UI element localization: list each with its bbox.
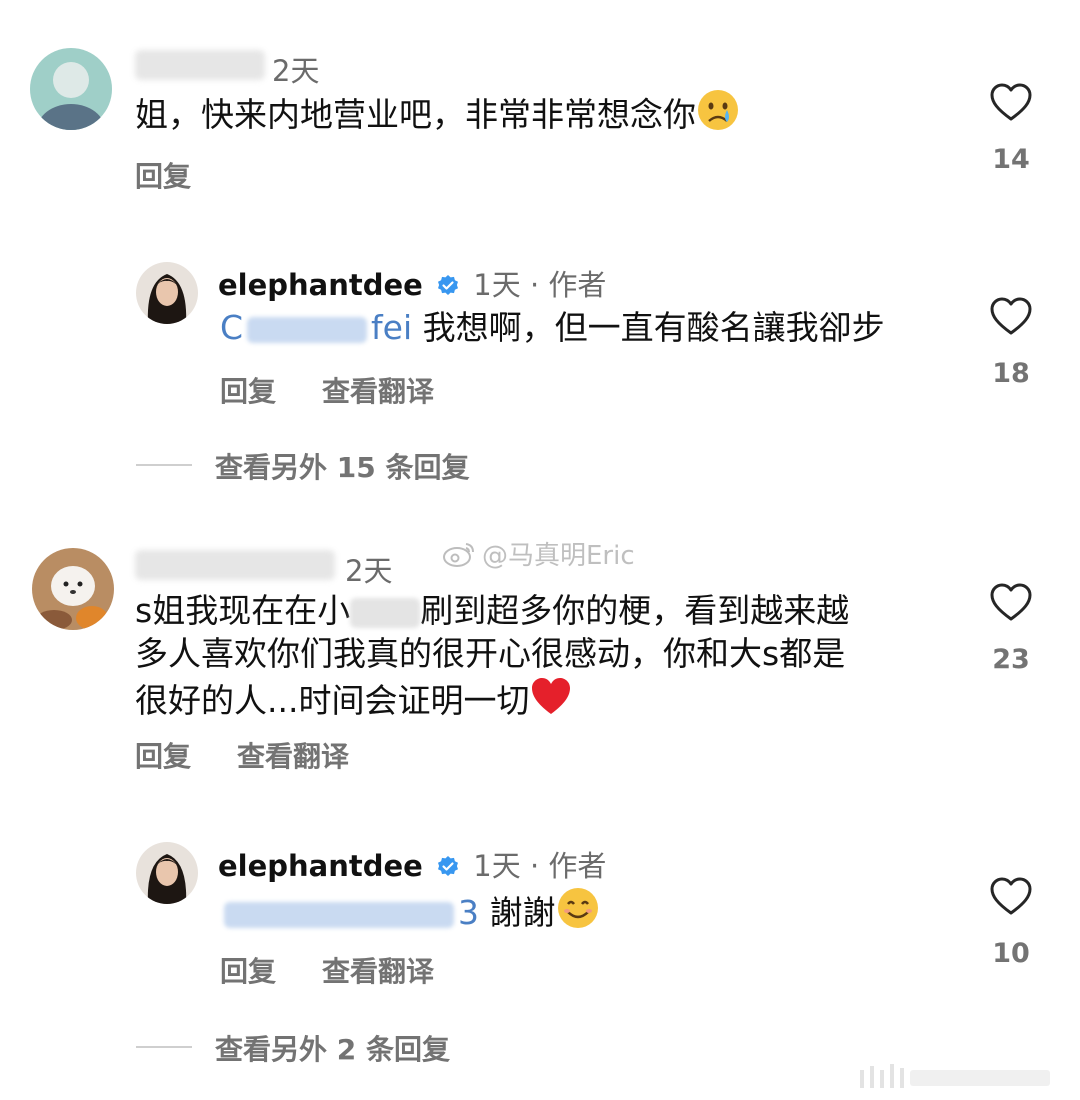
weibo-logo-icon bbox=[443, 543, 474, 567]
author-badge: 作者 bbox=[548, 268, 607, 302]
comment-text: 姐，快来内地营业吧，非常非常想念你 bbox=[135, 88, 740, 144]
author-avatar[interactable] bbox=[136, 262, 198, 324]
like-count: 10 bbox=[992, 938, 1030, 969]
reply-time: 1天 bbox=[473, 268, 521, 302]
author-avatar[interactable] bbox=[136, 842, 198, 904]
translate-button[interactable]: 查看翻译 bbox=[322, 950, 434, 990]
verified-badge-icon bbox=[438, 856, 459, 876]
image-strip-icon bbox=[860, 1064, 1050, 1088]
heart-outline-icon[interactable] bbox=[989, 876, 1033, 916]
verified-badge-icon bbox=[438, 275, 459, 295]
reply-button[interactable]: 回复 bbox=[135, 735, 191, 775]
view-more-replies[interactable]: 查看另外 2 条回复 bbox=[215, 1028, 450, 1068]
mention-link[interactable]: 3 bbox=[220, 893, 479, 932]
author-name[interactable]: elephantdee bbox=[218, 849, 423, 883]
reply-button[interactable]: 回复 bbox=[135, 155, 191, 195]
mention-redacted bbox=[247, 316, 368, 343]
crying-face-emoji bbox=[696, 88, 740, 144]
watermark: @马真明Eric bbox=[442, 535, 635, 572]
like-count: 23 bbox=[992, 644, 1030, 675]
comment-text: s姐我现在在小 刷到超多你的梗，看到越来越 bbox=[135, 591, 850, 630]
translate-button[interactable]: 查看翻译 bbox=[237, 735, 349, 775]
author-badge: 作者 bbox=[548, 849, 607, 883]
heart-outline-icon[interactable] bbox=[989, 82, 1033, 122]
mention-link[interactable]: Cfei bbox=[220, 308, 412, 347]
view-more-replies[interactable]: 查看另外 15 条回复 bbox=[215, 446, 469, 486]
comment-text-line: 多人喜欢你们我真的很开心很感动，你和大s都是 bbox=[135, 634, 846, 673]
like-count: 14 bbox=[992, 144, 1030, 175]
commenter-avatar[interactable] bbox=[30, 48, 112, 130]
translate-button[interactable]: 查看翻译 bbox=[322, 370, 434, 410]
mention-redacted bbox=[224, 901, 454, 928]
reply-button[interactable]: 回复 bbox=[220, 950, 276, 990]
comment-time: 2天 bbox=[272, 54, 320, 88]
reply-button[interactable]: 回复 bbox=[220, 370, 276, 410]
author-name[interactable]: elephantdee bbox=[218, 268, 423, 302]
commenter-avatar[interactable] bbox=[32, 548, 114, 630]
heart-outline-icon[interactable] bbox=[989, 296, 1033, 336]
like-count: 18 bbox=[992, 358, 1030, 389]
reply-meta: elephantdee 1天 · 作者 bbox=[218, 262, 606, 304]
meta-separator: · bbox=[529, 849, 540, 883]
red-heart-emoji bbox=[529, 674, 573, 730]
meta-separator: · bbox=[529, 268, 540, 302]
reply-text: 3 謝謝 bbox=[220, 886, 600, 942]
text-redacted bbox=[350, 597, 421, 628]
reply-text: Cfei 我想啊，但一直有酸名讓我卻步 bbox=[220, 308, 885, 347]
username-redacted bbox=[135, 550, 335, 580]
reply-time: 1天 bbox=[473, 849, 521, 883]
heart-outline-icon[interactable] bbox=[989, 582, 1033, 622]
smiling-face-emoji bbox=[556, 886, 600, 942]
comment-time: 2天 bbox=[345, 554, 393, 588]
comment-text-line: 很好的人...时间会证明一切 bbox=[135, 674, 573, 730]
replies-divider bbox=[136, 1046, 192, 1048]
reply-meta: elephantdee 1天 · 作者 bbox=[218, 843, 606, 885]
replies-divider bbox=[136, 464, 192, 466]
username-redacted bbox=[135, 50, 265, 80]
